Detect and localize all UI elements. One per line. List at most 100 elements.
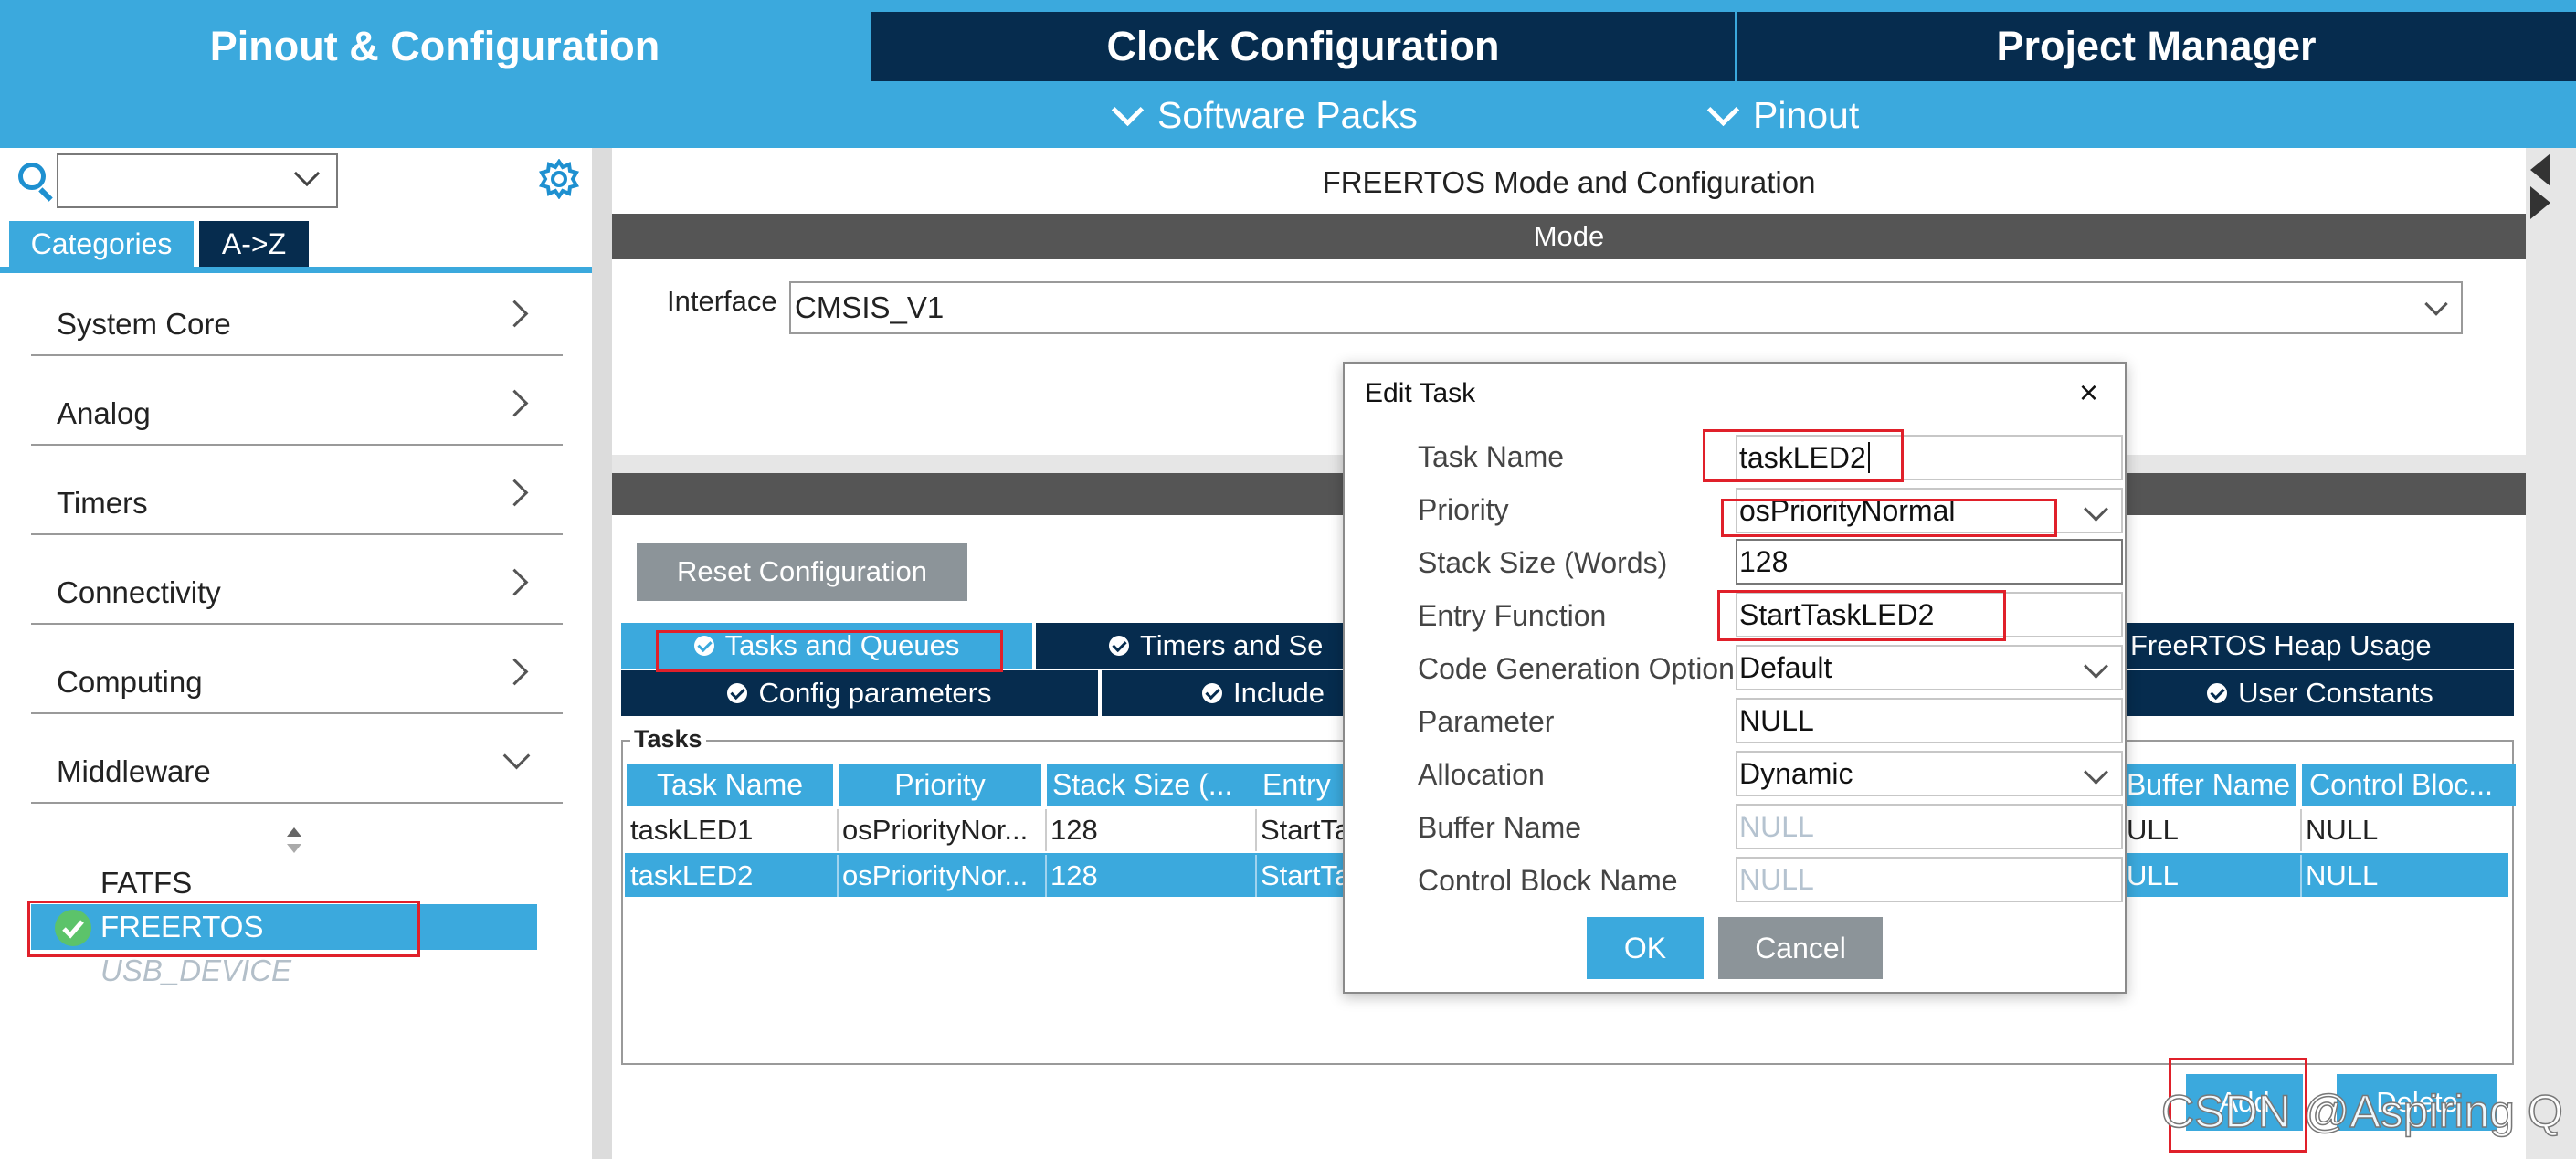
pinout-menu[interactable]: Pinout [1706, 88, 1860, 142]
category-label: System Core [57, 307, 231, 341]
code-generation-option-label: Code Generation Option [1418, 652, 1735, 685]
check-circle-icon [1202, 683, 1222, 703]
parameter-field[interactable]: NULL [1736, 698, 2123, 743]
buffer-name-value: NULL [1739, 809, 1814, 843]
column-header-priority[interactable]: Priority [839, 764, 1041, 806]
table-cell[interactable]: NULL [2300, 809, 2507, 851]
buffer-name-label: Buffer Name [1418, 811, 1582, 844]
tab-a-to-z[interactable]: A->Z [199, 221, 309, 267]
pinout-label: Pinout [1753, 93, 1860, 136]
category-connectivity[interactable]: Connectivity [31, 537, 563, 625]
tab-config-parameters[interactable]: Config parameters [621, 670, 1098, 716]
table-cell[interactable]: 128 [1045, 855, 1253, 897]
table-cell[interactable]: ULL [2127, 809, 2300, 851]
table-cell[interactable]: ULL [2127, 855, 2300, 897]
tab-freertos-heap-usage[interactable]: FreeRTOS Heap Usage [2127, 623, 2514, 669]
collapse-right-icon[interactable] [2530, 186, 2550, 219]
search-input[interactable] [57, 153, 338, 208]
annotation-box-freertos [27, 901, 420, 957]
close-icon[interactable]: × [2079, 376, 2098, 409]
tasks-group-label: Tasks [630, 725, 706, 753]
right-scroll-panel [2526, 148, 2576, 1159]
chevron-down-icon [2084, 654, 2108, 679]
tab-include-parameters[interactable]: Include [1102, 670, 1346, 716]
category-system-core[interactable]: System Core [31, 269, 563, 356]
allocation-select[interactable]: Dynamic [1736, 751, 2123, 796]
tab-pinout-configuration[interactable]: Pinout & Configuration [0, 12, 870, 81]
interface-select[interactable]: CMSIS_V1 [789, 281, 2463, 334]
chevron-down-icon [1706, 93, 1740, 126]
buffer-name-field: NULL [1736, 804, 2123, 849]
tab-label: FreeRTOS Heap Usage [2130, 629, 2432, 661]
collapse-left-icon[interactable] [2530, 153, 2550, 186]
parameter-value: NULL [1739, 703, 1814, 737]
tab-categories[interactable]: Categories [9, 221, 194, 267]
chevron-right-icon [501, 389, 529, 417]
reset-configuration-button[interactable]: Reset Configuration [637, 543, 967, 601]
tab-project-manager[interactable]: Project Manager [1737, 12, 2576, 81]
mode-section-header: Mode [612, 214, 2526, 259]
check-circle-icon [2207, 683, 2228, 703]
category-label: Middleware [57, 754, 211, 788]
chevron-right-icon [501, 479, 529, 507]
chevron-down-icon [1111, 93, 1145, 126]
allocation-label: Allocation [1418, 758, 1545, 791]
tab-user-constants[interactable]: User Constants [2127, 670, 2514, 716]
tab-clock-configuration[interactable]: Clock Configuration [871, 12, 1735, 81]
stack-size-label: Stack Size (Words) [1418, 546, 1668, 579]
table-cell[interactable]: taskLED1 [627, 809, 833, 851]
category-analog[interactable]: Analog [31, 358, 563, 446]
chevron-down-icon [502, 742, 531, 770]
priority-label: Priority [1418, 493, 1509, 526]
table-cell[interactable]: osPriorityNor... [837, 855, 1041, 897]
check-circle-icon [727, 683, 748, 703]
chevron-right-icon [501, 658, 529, 686]
annotation-box-task-name [1703, 429, 1904, 482]
annotation-box-entry-function [1717, 590, 2006, 641]
table-cell[interactable]: StartTa [1255, 809, 1343, 851]
category-computing[interactable]: Computing [31, 627, 563, 714]
column-header-stack-size[interactable]: Stack Size (... [1047, 764, 1257, 806]
dialog-title: Edit Task [1365, 378, 1476, 408]
table-cell[interactable]: NULL [2300, 855, 2507, 897]
search-icon[interactable] [18, 163, 46, 190]
column-header-control-block[interactable]: Control Bloc... [2302, 764, 2516, 806]
category-label: Computing [57, 665, 203, 699]
column-header-buffer-name[interactable]: Buffer Name [2127, 764, 2296, 806]
chevron-right-icon [501, 568, 529, 596]
cancel-button[interactable]: Cancel [1718, 917, 1883, 979]
category-label: Timers [57, 486, 148, 520]
tab-timers-and-semaphores[interactable]: Timers and Se [1036, 623, 1346, 669]
chevron-down-icon [2084, 497, 2108, 522]
category-middleware[interactable]: Middleware [31, 716, 563, 804]
middleware-item-fatfs[interactable]: FATFS [100, 862, 192, 904]
category-label: Analog [57, 396, 151, 430]
category-label: Connectivity [57, 575, 221, 609]
code-generation-option-select[interactable]: Default [1736, 645, 2123, 690]
allocation-value: Dynamic [1739, 756, 1853, 790]
parameter-label: Parameter [1418, 705, 1555, 738]
interface-label: Interface [667, 285, 777, 317]
table-cell[interactable]: 128 [1045, 809, 1253, 851]
tab-label: Include [1233, 677, 1325, 709]
stack-size-value: 128 [1739, 544, 1789, 578]
table-cell[interactable]: StartTa [1255, 855, 1343, 897]
ok-button[interactable]: OK [1587, 917, 1704, 979]
sort-icon[interactable] [285, 826, 303, 855]
gear-icon[interactable] [539, 159, 579, 199]
control-block-name-field: NULL [1736, 857, 2123, 902]
code-generation-option-value: Default [1739, 650, 1832, 684]
column-header-task-name[interactable]: Task Name [627, 764, 833, 806]
tab-label: Config parameters [758, 677, 992, 709]
sidebar-splitter[interactable] [592, 148, 612, 1159]
category-timers[interactable]: Timers [31, 448, 563, 535]
stack-size-field[interactable]: 128 [1736, 539, 2123, 585]
check-circle-icon [1109, 636, 1129, 656]
column-header-entry-function[interactable]: Entry [1257, 764, 1348, 806]
table-cell[interactable]: osPriorityNor... [837, 809, 1041, 851]
control-block-name-value: NULL [1739, 862, 1814, 896]
annotation-box-tasks-and-queues [656, 630, 1003, 672]
software-packs-label: Software Packs [1157, 93, 1418, 136]
table-cell[interactable]: taskLED2 [627, 855, 833, 897]
software-packs-menu[interactable]: Software Packs [1111, 88, 1418, 142]
